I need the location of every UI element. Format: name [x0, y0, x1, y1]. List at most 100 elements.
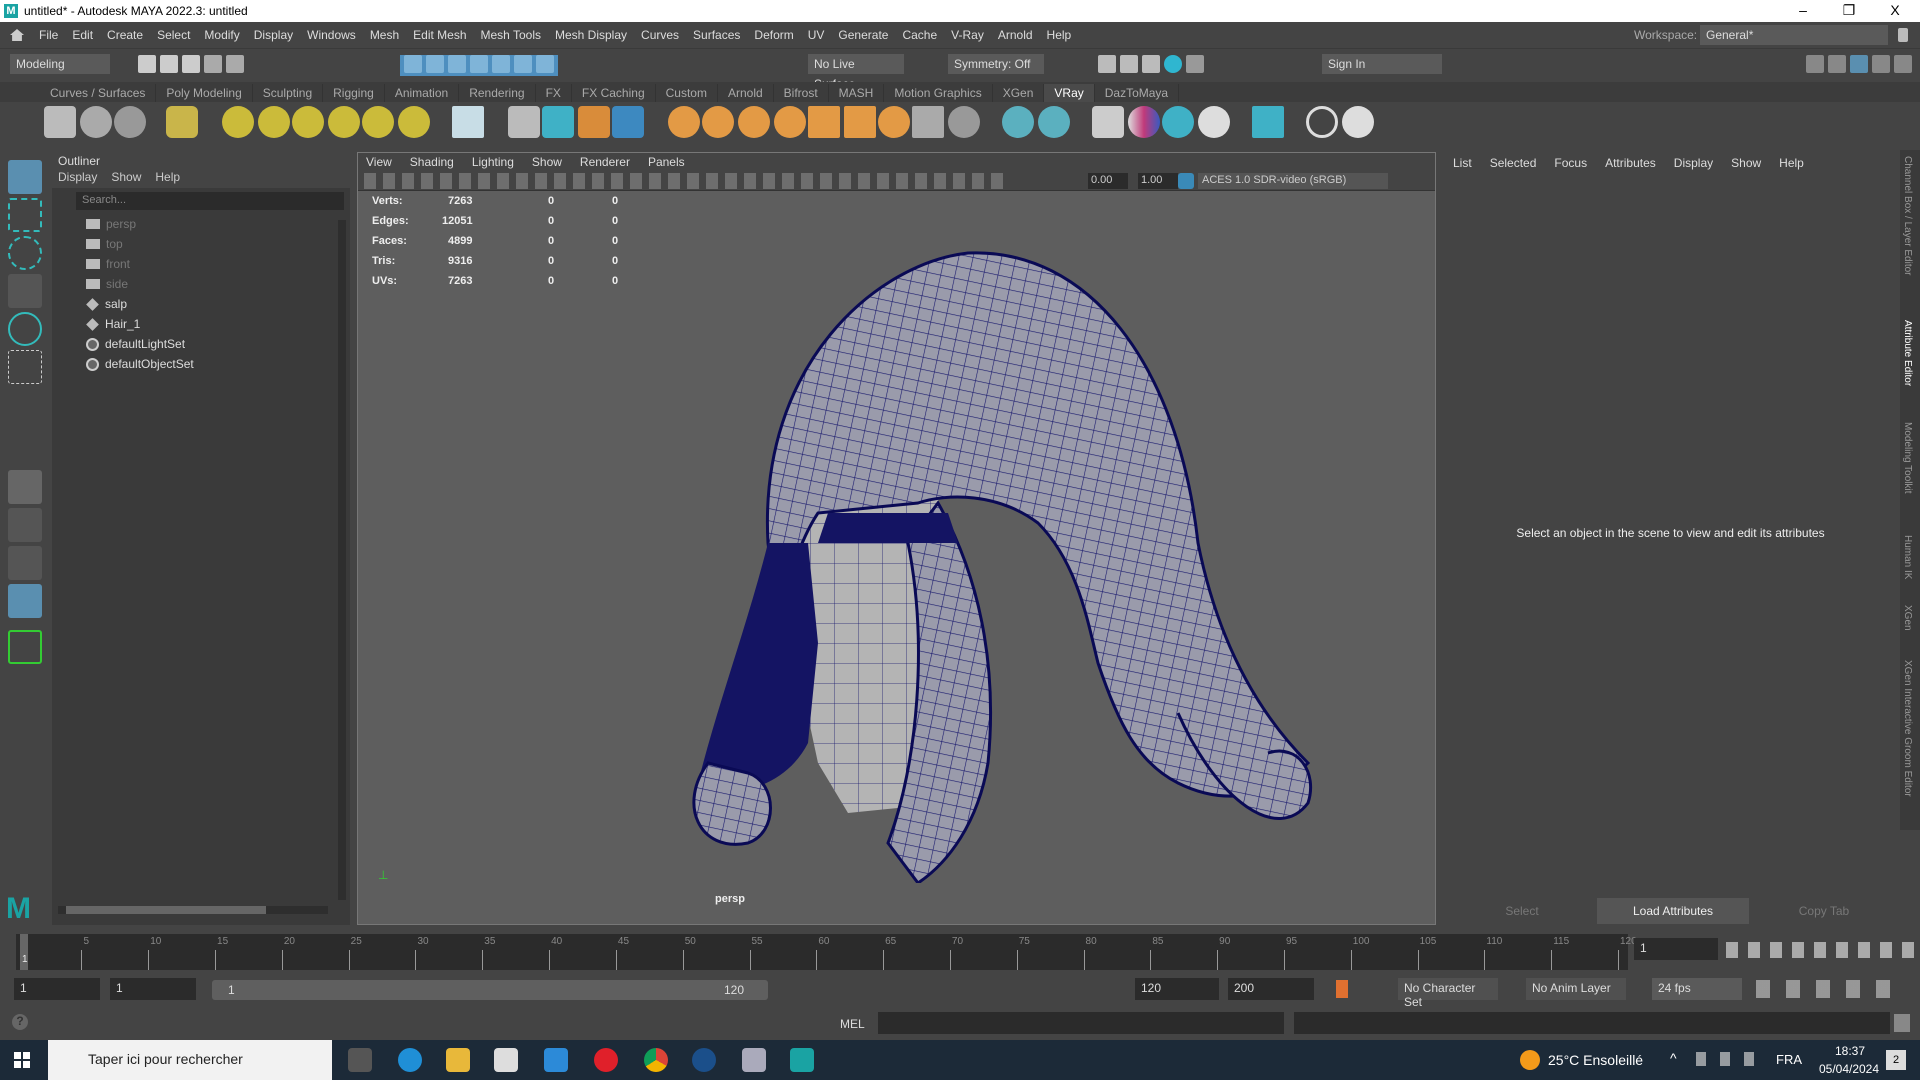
vray-settings-icon[interactable] [166, 106, 198, 138]
shelf-tab[interactable]: DazToMaya [1095, 84, 1180, 102]
viewport-menu-lighting[interactable]: Lighting [472, 155, 514, 169]
menu-mesh-display[interactable]: Mesh Display [548, 28, 634, 42]
vray-displacement-icon[interactable] [1002, 106, 1034, 138]
home-icon[interactable] [10, 29, 24, 41]
outliner-item[interactable]: defaultLightSet [52, 334, 350, 354]
mode-dropdown[interactable]: Modeling [10, 54, 110, 74]
load-attributes-button[interactable]: Load Attributes [1597, 898, 1749, 924]
menu-curves[interactable]: Curves [634, 28, 686, 42]
save-scene-icon[interactable] [182, 55, 200, 73]
hair-mesh-wireframe[interactable] [618, 243, 1318, 883]
viewport-menu-renderer[interactable]: Renderer [580, 155, 630, 169]
live-surface-field[interactable]: No Live Surface [808, 54, 904, 91]
script-editor-icon[interactable] [1894, 1014, 1910, 1032]
weather-text[interactable]: 25°C Ensoleillé [1548, 1052, 1643, 1068]
bookmark-icon[interactable] [1336, 980, 1348, 998]
outliner-search-input[interactable]: Search... [76, 192, 344, 210]
menu-surfaces[interactable]: Surfaces [686, 28, 747, 42]
clock-date[interactable]: 05/04/2024 [1814, 1062, 1884, 1076]
viewport-menu-shading[interactable]: Shading [410, 155, 454, 169]
menu-file[interactable]: File [32, 28, 65, 42]
tool-settings-toggle-icon[interactable] [1872, 55, 1890, 73]
playback-end-field[interactable]: 120 [1135, 978, 1219, 1000]
render-icon[interactable] [1098, 55, 1116, 73]
lasso-tool-icon[interactable] [8, 198, 42, 232]
render-settings-icon[interactable] [1142, 55, 1160, 73]
vray-render-icon[interactable] [44, 106, 76, 138]
fps-dropdown[interactable]: 24 fps [1652, 978, 1742, 1000]
remote-app-icon[interactable] [742, 1048, 766, 1072]
maya-taskbar-icon[interactable] [790, 1048, 814, 1072]
shelf-tab[interactable]: XGen [993, 84, 1045, 102]
file-explorer-icon[interactable] [446, 1048, 470, 1072]
menu-mesh-tools[interactable]: Mesh Tools [474, 28, 548, 42]
menu-arnold[interactable]: Arnold [991, 28, 1040, 42]
select-tool-icon[interactable] [8, 160, 42, 194]
vray-toon-icon[interactable] [912, 106, 944, 138]
attr-menu-attributes[interactable]: Attributes [1605, 156, 1656, 170]
menu-windows[interactable]: Windows [300, 28, 363, 42]
gamma-field[interactable]: 1.00 [1138, 173, 1178, 189]
tab-channel-box[interactable]: Channel Box / Layer Editor [1902, 156, 1913, 276]
shelf-tab[interactable]: MASH [829, 84, 885, 102]
menu-help[interactable]: Help [1040, 28, 1079, 42]
snap-surface-icon[interactable] [492, 55, 510, 73]
vray-plane-icon[interactable] [452, 106, 484, 138]
channel-box-toggle-icon[interactable] [1894, 55, 1912, 73]
shelf-tab[interactable]: Motion Graphics [884, 84, 993, 102]
anim-layer-dropdown[interactable]: No Anim Layer [1526, 978, 1626, 1000]
vray-plugin-icon[interactable] [1306, 106, 1338, 138]
help-icon[interactable]: ? [12, 1014, 28, 1030]
shelf-tab[interactable]: Poly Modeling [156, 84, 253, 102]
snap-grid-icon[interactable] [404, 55, 422, 73]
input-language[interactable]: FRA [1776, 1052, 1802, 1067]
outliner-menu-display[interactable]: Display [58, 170, 97, 186]
new-scene-icon[interactable] [138, 55, 156, 73]
vray-weave-icon[interactable] [808, 106, 840, 138]
attr-menu-list[interactable]: List [1453, 156, 1472, 170]
snap-plane-icon[interactable] [536, 55, 554, 73]
attr-menu-focus[interactable]: Focus [1554, 156, 1587, 170]
shelf-tab[interactable]: Animation [385, 84, 460, 102]
store-icon[interactable] [494, 1048, 518, 1072]
outliner-item[interactable]: front [52, 254, 350, 274]
vray-export-proxy-icon[interactable] [542, 106, 574, 138]
lock-icon[interactable] [1898, 28, 1908, 42]
menu-display[interactable]: Display [247, 28, 300, 42]
tab-human-ik[interactable]: Human IK [1902, 535, 1913, 579]
viewport-panel[interactable]: View Shading Lighting Show Renderer Pane… [357, 152, 1436, 925]
render-view-icon[interactable] [1186, 55, 1204, 73]
task-view-icon[interactable] [348, 1048, 372, 1072]
shelf-tab[interactable]: Rendering [459, 84, 536, 102]
outliner-item[interactable]: top [52, 234, 350, 254]
snap-vertex-icon[interactable] [514, 55, 532, 73]
shelf-tab[interactable]: Bifrost [774, 84, 829, 102]
modeling-toolkit-toggle-icon[interactable] [1806, 55, 1824, 73]
select-button[interactable]: Select [1447, 898, 1597, 924]
vray-volume-icon[interactable] [612, 106, 644, 138]
workspace-dropdown[interactable]: General* [1700, 25, 1888, 45]
scene-start-field[interactable]: 1 [14, 978, 100, 1000]
copy-tab-button[interactable]: Copy Tab [1749, 898, 1899, 924]
menu-vray[interactable]: V-Ray [944, 28, 991, 42]
maximize-button[interactable]: ❐ [1826, 0, 1872, 22]
vray-logo-icon[interactable] [1342, 106, 1374, 138]
rotate-tool-icon[interactable] [8, 312, 42, 346]
time-slider[interactable]: 1 5 10 15 20 25 30 35 40 45 50 55 60 65 70 75 80 85 90 95 1… [16, 934, 1637, 970]
menu-modify[interactable]: Modify [197, 28, 246, 42]
open-scene-icon[interactable] [160, 55, 178, 73]
vray-decal-icon[interactable] [774, 106, 806, 138]
spot-light-icon[interactable] [258, 106, 290, 138]
undo-icon[interactable] [204, 55, 222, 73]
attr-menu-selected[interactable]: Selected [1490, 156, 1537, 170]
dome-light-icon[interactable] [222, 106, 254, 138]
hypershade-icon[interactable] [1164, 55, 1182, 73]
menu-edit-mesh[interactable]: Edit Mesh [406, 28, 473, 42]
outliner-menu-show[interactable]: Show [111, 170, 141, 186]
vray-mtl-icon[interactable] [668, 106, 700, 138]
attr-menu-help[interactable]: Help [1779, 156, 1804, 170]
command-input[interactable] [878, 1012, 1284, 1034]
start-icon[interactable] [14, 1052, 30, 1068]
vray-ipr-icon[interactable] [80, 106, 112, 138]
color-management-icon[interactable] [1178, 173, 1194, 189]
